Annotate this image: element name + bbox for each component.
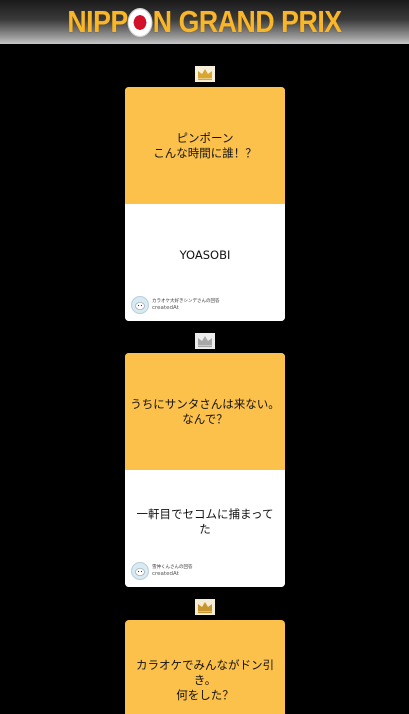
created-at-label: createdAt bbox=[152, 571, 179, 577]
question-text: カラオケでみんながドン引き。 何をした？ bbox=[125, 620, 285, 714]
page-title: NIPP N GRAND PRIX bbox=[67, 4, 342, 40]
header-banner: NIPP N GRAND PRIX bbox=[0, 0, 409, 44]
author-info[interactable]: 雪仲くんさんの回答 createdAt bbox=[131, 562, 193, 580]
japan-flag-icon bbox=[128, 8, 152, 36]
silver-crown-icon bbox=[195, 333, 215, 349]
question-text: うちにサンタさんは来ない。 なんで？ bbox=[125, 353, 285, 470]
question-text: ピンポーン こんな時間に誰！？ bbox=[125, 87, 285, 204]
answer-card[interactable]: カラオケでみんながドン引き。 何をした？ bbox=[125, 620, 285, 714]
avatar bbox=[131, 296, 149, 314]
created-at-label: createdAt bbox=[152, 305, 179, 311]
title-text-start: NIPP bbox=[67, 4, 128, 39]
author-info[interactable]: カラオケ大好きシンデさんの回答 createdAt bbox=[131, 296, 220, 314]
answer-card[interactable]: うちにサンタさんは来ない。 なんで？ 一軒目でセコムに捕まってた 雪仲くんさんの… bbox=[125, 353, 285, 587]
avatar bbox=[131, 562, 149, 580]
bronze-crown-icon bbox=[195, 599, 215, 615]
answer-panel: YOASOBI カラオケ大好きシンデさんの回答 createdAt bbox=[125, 204, 285, 321]
page: NIPP N GRAND PRIX ピンポーン こんな時間に誰！？ YOASOB… bbox=[0, 0, 409, 714]
title-text-end: N GRAND PRIX bbox=[152, 4, 342, 39]
gold-crown-icon bbox=[195, 66, 215, 82]
answer-card[interactable]: ピンポーン こんな時間に誰！？ YOASOBI カラオケ大好きシンデさんの回答 … bbox=[125, 87, 285, 321]
answer-text: YOASOBI bbox=[179, 248, 231, 262]
answer-panel: 一軒目でセコムに捕まってた 雪仲くんさんの回答 createdAt bbox=[125, 470, 285, 587]
answer-text: 一軒目でセコムに捕まってた bbox=[136, 506, 274, 536]
